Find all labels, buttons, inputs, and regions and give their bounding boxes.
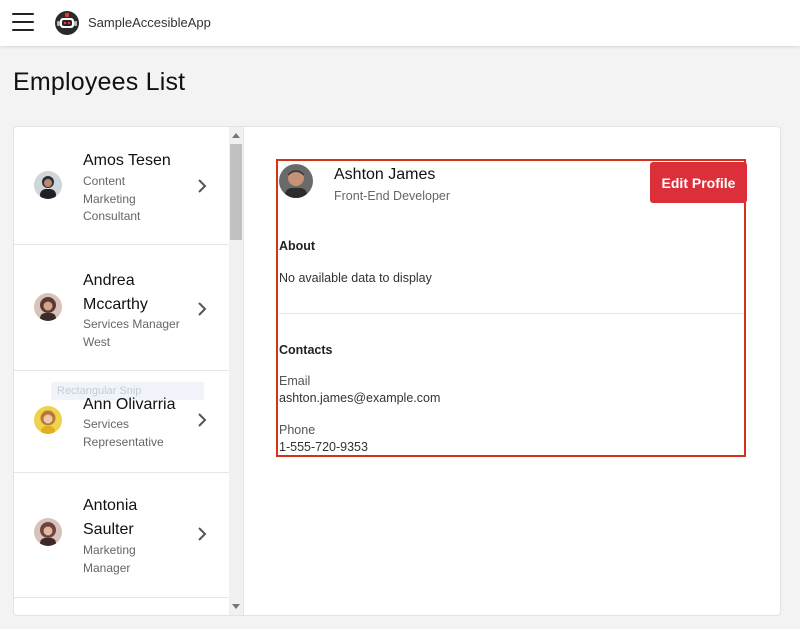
panel-divider xyxy=(243,127,244,615)
app-title: SampleAccesibleApp xyxy=(88,15,211,30)
employee-name-line: Andrea xyxy=(83,272,135,289)
employee-role-line: West xyxy=(83,334,111,349)
phone-value[interactable]: 1-555-720-9353 xyxy=(279,440,368,454)
menu-icon[interactable] xyxy=(12,13,34,31)
employees-card: Amos Tesen Content Marketing Consultant … xyxy=(13,126,781,616)
employee-role-line: Manager xyxy=(83,560,131,575)
scroll-up-arrow-icon[interactable] xyxy=(232,133,240,138)
employee-name-line: Mccarthy xyxy=(83,296,148,313)
about-text: No available data to display xyxy=(279,271,432,285)
employee-name-line: Saulter xyxy=(83,521,134,538)
about-heading: About xyxy=(279,239,316,253)
email-label: Email xyxy=(279,374,311,388)
chevron-right-icon xyxy=(198,302,207,316)
employee-name: Amos Tesen xyxy=(83,152,171,169)
scroll-thumb[interactable] xyxy=(230,144,242,240)
employee-name: Ann Olivarria xyxy=(83,396,176,413)
detail-avatar xyxy=(279,164,313,198)
employee-list[interactable]: Amos Tesen Content Marketing Consultant … xyxy=(14,127,229,615)
phone-label: Phone xyxy=(279,423,316,437)
robot-logo-icon xyxy=(55,11,79,35)
employee-role-line: Content xyxy=(83,174,126,188)
chevron-right-icon xyxy=(198,413,207,427)
detail-job-title: Front-End Developer xyxy=(334,189,451,203)
employee-role-line: Consultant xyxy=(83,209,141,223)
avatar xyxy=(34,518,62,546)
avatar xyxy=(34,406,62,434)
email-value[interactable]: ashton.james@example.com xyxy=(279,391,440,405)
scroll-down-arrow-icon[interactable] xyxy=(232,604,240,609)
employee-detail-panel: Ashton James Front-End Developer Edit Pr… xyxy=(276,159,747,457)
contacts-heading: Contacts xyxy=(279,343,333,357)
list-item-andrea-mccarthy[interactable]: Rectangular Snip Andrea Mccarthy Service… xyxy=(14,245,229,400)
employee-role-line: Services xyxy=(83,417,130,431)
list-item-amos-tesen[interactable]: Amos Tesen Content Marketing Consultant xyxy=(14,127,229,245)
avatar xyxy=(34,293,62,321)
detail-name: Ashton James xyxy=(334,166,436,183)
chevron-right-icon xyxy=(198,527,207,541)
list-item-ann-olivarria[interactable]: Ann Olivarria Services Representative xyxy=(14,371,229,473)
employee-role-line: Marketing xyxy=(83,543,136,557)
employee-name-line: Antonia xyxy=(83,497,138,514)
chevron-right-icon xyxy=(198,179,207,193)
edit-profile-button[interactable]: Edit Profile xyxy=(650,162,747,203)
section-divider xyxy=(279,313,744,314)
employee-role-line: Marketing xyxy=(83,191,136,206)
page-title: Employees List xyxy=(13,68,186,96)
employee-role-line: Representative xyxy=(83,434,164,449)
employee-role-line: Services Manager xyxy=(83,317,180,331)
avatar xyxy=(34,171,62,199)
list-scrollbar[interactable] xyxy=(229,127,243,615)
top-bar: SampleAccesibleApp xyxy=(0,0,800,46)
list-item-antonia-saulter[interactable]: Antonia Saulter Marketing Manager xyxy=(14,473,229,598)
